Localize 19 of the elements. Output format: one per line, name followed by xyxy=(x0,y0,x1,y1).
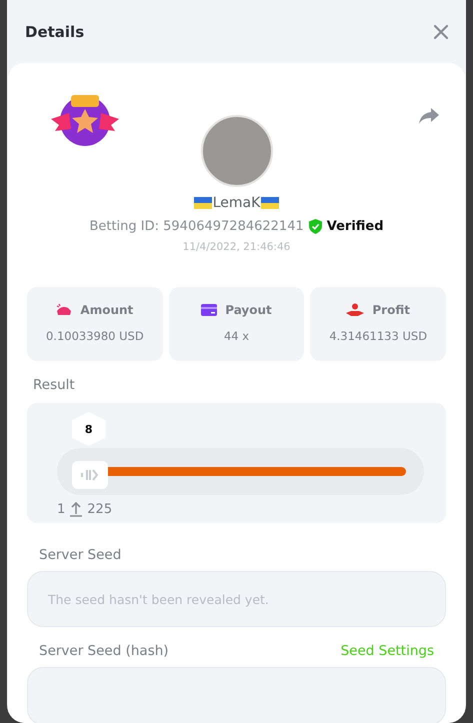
stat-value: 4.31461133 USD xyxy=(329,329,428,343)
stat-label: Amount xyxy=(80,303,134,317)
dialog-title: Details xyxy=(25,22,84,40)
stat-value: 44 x xyxy=(224,329,250,343)
stat-label: Payout xyxy=(225,303,272,317)
server-seed-field[interactable]: The seed hasn't been revealed yet. xyxy=(27,571,446,627)
timestamp: 11/4/2022, 21:46:46 xyxy=(182,241,292,253)
stat-value: 0.10033980 USD xyxy=(46,329,144,343)
seed-settings-link[interactable]: Seed Settings xyxy=(340,643,434,659)
section-label: Server Seed xyxy=(39,547,122,563)
section-label: Server Seed (hash) xyxy=(39,643,169,659)
range-min: 1 xyxy=(57,502,66,516)
verified-label: Verified xyxy=(326,219,384,234)
stat-label: Profit xyxy=(372,303,410,317)
section-label: Result xyxy=(33,377,76,393)
username: LemaK xyxy=(212,195,260,211)
betting-id: Betting ID: 59406497284622141 xyxy=(89,219,304,234)
range-max: 225 xyxy=(87,502,112,516)
result-value-badge: 8 xyxy=(72,412,106,446)
